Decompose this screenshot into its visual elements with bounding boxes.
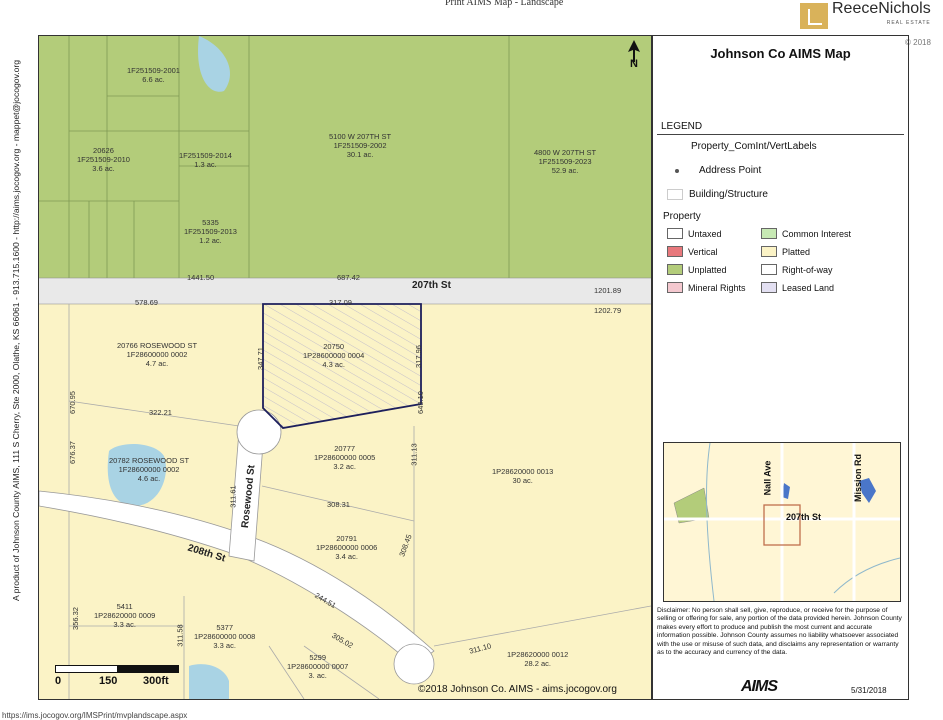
dimension-label: 1202.79 <box>594 306 622 315</box>
legend-layer-label: Address Point <box>699 165 762 176</box>
dimension-label: 322.21 <box>149 408 172 417</box>
parcel-label-20791: 20791 1P28600000 0006 3.4 ac. <box>316 534 378 561</box>
mineral-rights-swatch-icon <box>667 282 683 293</box>
dimension-label: 311.13 <box>409 443 419 466</box>
legend-right-of-way: Right-of-way <box>761 264 833 275</box>
property-heading: Property <box>663 211 701 222</box>
parcel-label-20766: 20766 ROSEWOOD ST 1F28600000 0002 4.7 ac… <box>117 341 198 368</box>
inset-canvas <box>664 443 900 601</box>
brand-name: ReeceNichols <box>832 0 931 17</box>
road-label-207th: 207th St <box>412 280 451 291</box>
brand-logo: ReeceNichols REAL ESTATE <box>800 0 931 30</box>
parcel-label-0012: 1P28620000 0012 28.2 ac. <box>507 650 569 668</box>
legend-layer-building: Building/Structure <box>667 189 768 200</box>
vertical-swatch-icon <box>667 246 683 257</box>
parcel-label-5377: 5377 1P28600000 0008 3.3 ac. <box>194 623 256 650</box>
dimension-label: 1441.50 <box>187 273 215 282</box>
dimension-label: 676.37 <box>67 441 77 464</box>
parcel-label-0013: 1P28620000 0013 30 ac. <box>492 467 554 485</box>
legend-mineral-rights: Mineral Rights <box>667 282 746 293</box>
overview-inset-map[interactable]: Nall Ave Mission Rd 207th St <box>663 442 901 602</box>
inset-label-nall: Nall Ave <box>762 460 773 496</box>
common-interest-swatch-icon <box>761 228 777 239</box>
map-frame[interactable]: 1F251509-2001 6.6 ac. 20626 1F251509-201… <box>38 35 652 700</box>
legend-platted: Platted <box>761 246 810 257</box>
map-title: Johnson Co AIMS Map <box>710 46 851 61</box>
dimension-label: 1201.89 <box>594 286 622 295</box>
dimension-label: 311.58 <box>175 624 185 647</box>
dimension-label: 649.10 <box>415 391 425 414</box>
dimension-label: 317.09 <box>329 298 352 307</box>
side-attribution: A product of Johnson County AIMS, 111 S … <box>11 59 21 601</box>
dimension-label: 356.32 <box>70 607 80 630</box>
untaxed-swatch-icon <box>667 228 683 239</box>
aims-logo-icon: AIMS <box>741 678 778 695</box>
dimension-label: 578.69 <box>135 298 158 307</box>
parcel-label-5299: 5299 1P28600000 0007 3. ac. <box>287 653 349 680</box>
north-label: N <box>630 58 638 70</box>
legend-layer-comint: Property_ComInt/VertLabels <box>691 141 817 152</box>
reecenichols-logo-icon <box>800 3 828 29</box>
legend-leased-land: Leased Land <box>761 282 834 293</box>
inset-label-mission: Mission Rd <box>853 453 864 503</box>
disclaimer-text: Disclaimer: No person shall sell, give, … <box>657 607 902 657</box>
dimension-label: 347.71 <box>255 347 265 370</box>
inset-label-207th: 207th St <box>786 512 822 522</box>
parcel-label-top-left: 1F251509-2001 6.6 ac. <box>127 66 180 84</box>
cul-de-sac-south <box>393 643 435 685</box>
parcel-label-5411: 5411 1P28620000 0009 3.3 ac. <box>94 602 156 629</box>
parcel-label-5100: 5100 W 207TH ST 1F251509-2002 30.1 ac. <box>329 132 392 159</box>
parcel-label-20750: 20750 1P28600000 0004 4.3 ac. <box>303 342 365 369</box>
parcel-label-5335: 5335 1F251509-2013 1.2 ac. <box>184 218 237 245</box>
print-title: Print AIMS Map - Landscape <box>445 0 564 8</box>
scale-mid: 150 <box>99 675 118 687</box>
legend-divider <box>657 134 904 135</box>
page-url: https://ims.jocogov.org/IMSPrint/mvpland… <box>2 711 188 720</box>
scale-bar-graphic <box>55 665 179 673</box>
legend-untaxed: Untaxed <box>667 228 722 239</box>
parcel-label-4800: 4800 W 207TH ST 1F251509-2023 52.9 ac. <box>534 148 597 175</box>
dimension-label: 308.31 <box>327 500 350 509</box>
scale-zero: 0 <box>55 675 62 687</box>
parcel-label-20777: 20777 1P28600000 0005 3.2 ac. <box>314 444 376 471</box>
dimension-label: 317.96 <box>413 345 423 368</box>
parcel-label-2014: 1F251509-2014 1.3 ac. <box>179 151 232 169</box>
address-point-icon <box>675 168 679 173</box>
legend-unplatted: Unplatted <box>667 264 727 275</box>
platted-swatch-icon <box>761 246 777 257</box>
legend-panel: Johnson Co AIMS Map LEGEND Property_ComI… <box>652 35 909 700</box>
legend-layer-address-point: Address Point <box>667 165 761 176</box>
legend-heading: LEGEND <box>661 121 703 132</box>
map-copyright: ©2018 Johnson Co. AIMS - aims.jocogov.or… <box>418 684 617 695</box>
print-date: 5/31/2018 <box>851 686 887 695</box>
right-of-way-swatch-icon <box>761 264 777 275</box>
dimension-label: 670.95 <box>67 391 77 414</box>
building-swatch-icon <box>667 189 683 200</box>
legend-layer-label: Building/Structure <box>689 189 768 200</box>
legend-common-interest: Common Interest <box>761 228 851 239</box>
legend-layer-label: Property_ComInt/VertLabels <box>691 141 817 152</box>
dimension-label: 687.42 <box>337 273 360 282</box>
legend-vertical: Vertical <box>667 246 718 257</box>
dimension-label: 311.61 <box>228 485 238 508</box>
leased-land-swatch-icon <box>761 282 777 293</box>
scale-end: 300ft <box>143 675 169 687</box>
unplatted-swatch-icon <box>667 264 683 275</box>
parcel-label-20826: 20626 1F251509-2010 3.6 ac. <box>77 146 130 173</box>
brand-subtitle: REAL ESTATE <box>886 20 931 26</box>
parcel-label-20782: 20782 ROSEWOOD ST 1F28600000 0002 4.6 ac… <box>109 456 190 483</box>
